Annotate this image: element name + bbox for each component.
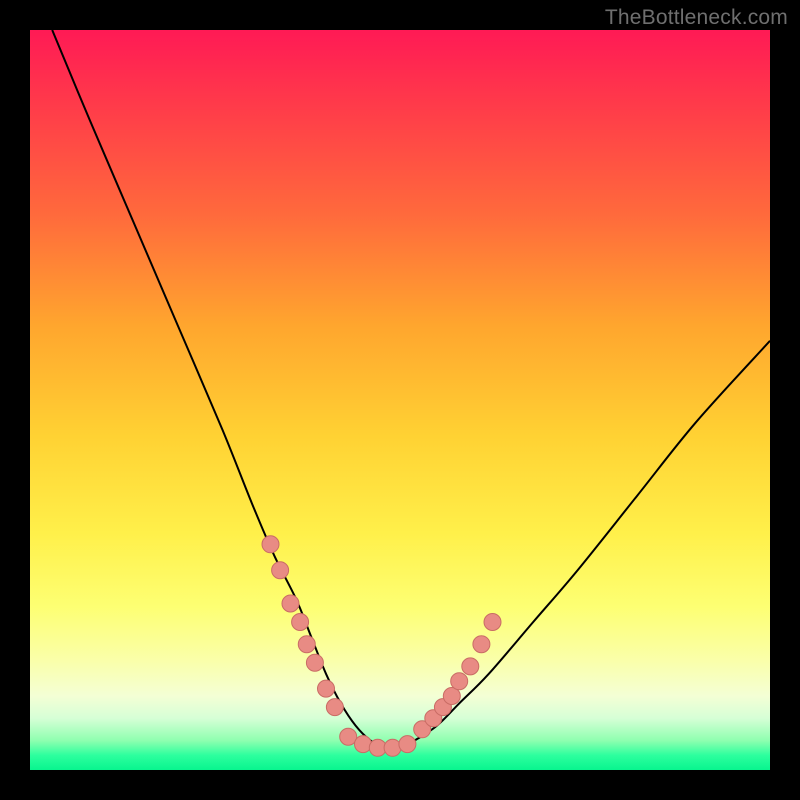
data-dot	[318, 680, 335, 697]
data-dot	[462, 658, 479, 675]
data-dot	[306, 654, 323, 671]
data-dots	[262, 536, 501, 757]
data-dot	[384, 739, 401, 756]
data-dot	[473, 636, 490, 653]
data-dot	[262, 536, 279, 553]
chart-frame: TheBottleneck.com	[0, 0, 800, 800]
data-dot	[282, 595, 299, 612]
data-dot	[326, 699, 343, 716]
data-dot	[484, 614, 501, 631]
data-dot	[272, 562, 289, 579]
plot-area	[30, 30, 770, 770]
curve-layer	[30, 30, 770, 770]
watermark-text: TheBottleneck.com	[605, 6, 788, 30]
bottleneck-curve	[52, 30, 770, 749]
data-dot	[451, 673, 468, 690]
data-dot	[292, 614, 309, 631]
data-dot	[399, 736, 416, 753]
data-dot	[298, 636, 315, 653]
data-dot	[355, 736, 372, 753]
